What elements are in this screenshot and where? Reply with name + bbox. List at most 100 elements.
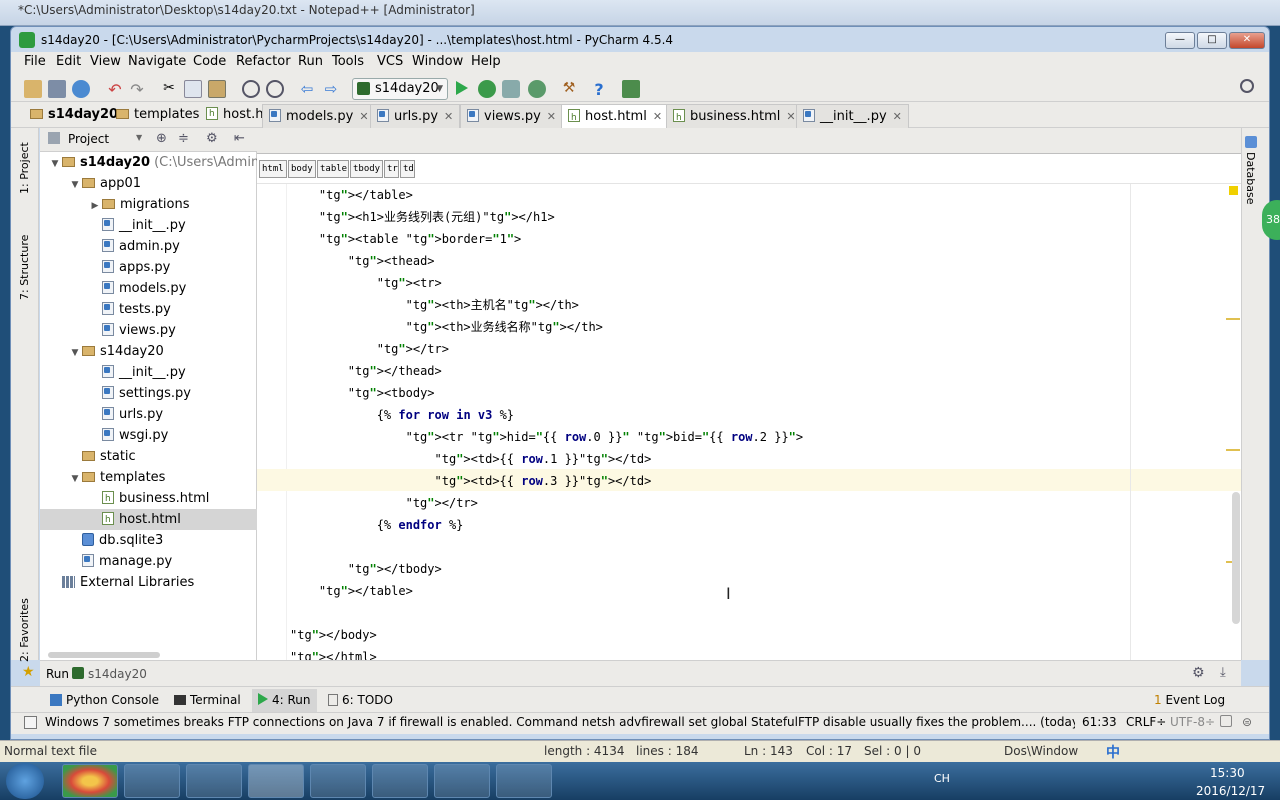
start-button[interactable] [6,763,44,799]
pycharm-taskbar-icon[interactable] [248,764,304,798]
debug-icon[interactable] [478,80,496,98]
tab-host-html[interactable]: host.html ✕ [561,104,670,130]
code-editor[interactable]: "tg"></table> "tg"><h1>业务线列表(元组)"tg"></h… [257,184,1241,660]
lock-icon[interactable] [1220,715,1232,727]
tree-item[interactable]: db.sqlite3 [40,530,257,551]
photo-taskbar-icon[interactable] [496,764,552,798]
menu-help[interactable]: Help [471,54,501,69]
menu-code[interactable]: Code [193,54,226,69]
expand-arrow-right-icon[interactable]: ▶ [88,196,102,217]
terminal-tab[interactable]: Terminal [174,693,241,707]
minimize-button[interactable]: — [1165,32,1195,49]
minimize-panel-icon[interactable]: ⤓ [1220,665,1226,680]
profile-icon[interactable] [528,80,546,98]
error-stripe-mark[interactable] [1226,449,1240,451]
status-message[interactable]: Windows 7 sometimes breaks FTP connectio… [45,715,1075,729]
favorites-tool-button[interactable]: 2: Favorites [18,598,31,662]
redo-icon[interactable]: ↷ [128,80,146,99]
tree-item[interactable]: ▶ migrations [40,194,257,215]
help-icon[interactable]: ? [590,80,608,99]
hide-panel-icon[interactable]: ⇤ [234,131,245,146]
replace-icon[interactable] [266,80,284,98]
open-folder-icon[interactable] [24,80,42,98]
tag-crumb-tr[interactable]: tr [384,160,399,178]
chrome-taskbar-icon[interactable] [62,764,118,798]
paste-icon[interactable] [208,80,226,98]
forward-icon[interactable]: ⇨ [322,80,340,98]
tree-item[interactable]: host.html [40,509,257,531]
copy-icon[interactable] [184,80,202,98]
expand-arrow-down-icon[interactable]: ▼ [48,154,62,175]
save-icon[interactable] [48,80,66,98]
tree-item[interactable]: tests.py [40,299,257,320]
expand-arrow-down-icon[interactable]: ▼ [68,469,82,490]
find-icon[interactable] [242,80,260,98]
menu-tools[interactable]: Tools [332,54,364,69]
close-window-button[interactable]: ✕ [1229,32,1265,49]
scroll-from-source-icon[interactable]: ⊕ [156,131,167,146]
close-tab-icon[interactable]: ✕ [547,110,556,123]
search-everywhere-icon[interactable] [1240,79,1254,93]
maximize-button[interactable]: □ [1197,32,1227,49]
expand-arrow-down-icon[interactable]: ▼ [68,175,82,196]
file-encoding[interactable]: UTF-8÷ [1170,715,1215,729]
menu-navigate[interactable]: Navigate [128,54,186,69]
tag-crumb-table[interactable]: table [317,160,349,178]
menu-file[interactable]: File [24,54,46,69]
clock-date[interactable]: 2016/12/17 [1196,784,1265,798]
chat-taskbar-icon[interactable] [434,764,490,798]
event-log-button[interactable]: 1 Event Log [1154,693,1225,707]
tree-item[interactable]: ▼ s14day20(C:\Users\Administrato [40,152,257,173]
input-language[interactable]: CH [934,772,950,785]
tree-item[interactable]: apps.py [40,257,257,278]
menu-run[interactable]: Run [298,54,323,69]
inspector-icon[interactable]: ⊜ [1242,715,1252,729]
project-view-dropdown-icon[interactable]: ▼ [136,133,142,142]
tree-item[interactable]: ▼ templates [40,467,257,488]
tree-item[interactable]: static [40,446,257,467]
tree-item[interactable]: urls.py [40,404,257,425]
collapse-all-icon[interactable]: ≑ [178,131,189,146]
run-settings-gear-icon[interactable]: ⚙ [1192,665,1205,681]
tree-item[interactable]: models.py [40,278,257,299]
todo-tab[interactable]: 6: TODO [328,693,393,707]
close-tab-icon[interactable]: ✕ [359,110,368,123]
ime-indicator[interactable]: 中 [1106,742,1120,762]
tree-item[interactable]: ▼ app01 [40,173,257,194]
app-taskbar-icon[interactable] [124,764,180,798]
line-separator[interactable]: CRLF÷ [1126,715,1166,729]
tool-windows-toggle-icon[interactable] [24,716,37,729]
explorer-taskbar-icon[interactable] [372,764,428,798]
editor-scrollbar[interactable] [1232,492,1240,624]
caret-position[interactable]: 61:33 [1082,715,1117,729]
inspection-status-icon[interactable] [1229,186,1238,195]
tab-init-py[interactable]: __init__.py ✕ [796,104,909,128]
run-config-select[interactable]: s14day20 ▼ [352,78,448,100]
menu-window[interactable]: Window [412,54,463,69]
gear-icon[interactable]: ⚙ [206,131,218,146]
project-tree-scrollbar[interactable] [48,652,160,658]
tree-item[interactable]: ▼ s14day20 [40,341,257,362]
notification-badge[interactable]: 38 [1262,200,1280,240]
project-tool-button[interactable]: 1: Project [18,134,31,194]
tab-models-py[interactable]: models.py ✕ [262,104,376,128]
clock-time[interactable]: 15:30 [1210,766,1245,780]
settings-wrench-icon[interactable]: ⚒ [560,80,578,98]
structure-tool-button[interactable]: 7: Structure [18,222,31,300]
tree-item[interactable]: views.py [40,320,257,341]
plugin-icon[interactable] [622,80,640,98]
menu-refactor[interactable]: Refactor [236,54,291,69]
menu-edit[interactable]: Edit [56,54,81,69]
tree-item[interactable]: wsgi.py [40,425,257,446]
expand-arrow-down-icon[interactable]: ▼ [68,343,82,364]
tag-crumb-td[interactable]: td [400,160,415,178]
close-tab-icon[interactable]: ✕ [444,110,453,123]
tree-item[interactable]: manage.py [40,551,257,572]
breadcrumb-templates[interactable]: templates [110,106,205,124]
qq-taskbar-icon[interactable] [186,764,242,798]
close-tab-icon[interactable]: ✕ [893,110,902,123]
run-icon[interactable] [456,81,468,95]
tree-item[interactable]: business.html [40,488,257,510]
tag-crumb-tbody[interactable]: tbody [350,160,383,178]
error-stripe-mark[interactable] [1226,318,1240,320]
